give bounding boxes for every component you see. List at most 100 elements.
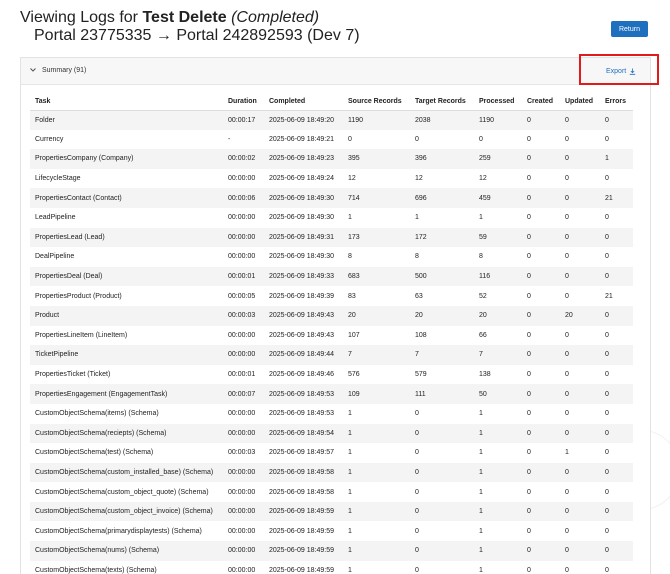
table-cell: 1 bbox=[343, 462, 410, 483]
table-cell: CustomObjectSchema(custom_object_quote) … bbox=[30, 482, 223, 502]
table-cell: 0 bbox=[560, 227, 600, 248]
table-cell: 1 bbox=[474, 423, 522, 444]
table-cell: CustomObjectSchema(reciepts) (Schema) bbox=[30, 423, 223, 444]
column-header: Target Records bbox=[410, 93, 474, 111]
table-cell: CustomObjectSchema(texts) (Schema) bbox=[30, 560, 223, 574]
table-cell: 0 bbox=[522, 501, 560, 522]
table-row: CustomObjectSchema(items) (Schema) 00:00:… bbox=[30, 403, 633, 424]
table-cell: 0 bbox=[600, 129, 633, 150]
table-cell: 0 bbox=[522, 188, 560, 208]
table-cell: 0 bbox=[560, 266, 600, 287]
table-cell: PropertiesDeal (Deal) bbox=[30, 266, 223, 287]
table-row: PropertiesProduct (Product) 00:00:05 2025-… bbox=[30, 286, 633, 306]
table-cell: 0 bbox=[560, 462, 600, 483]
table-row: CustomObjectSchema(primarydisplaytests) … bbox=[30, 521, 633, 542]
table-cell: 0 bbox=[560, 541, 600, 561]
table-row: Folder 00:00:17 2025-06-09 18:49:20 1190 203… bbox=[30, 110, 633, 130]
table-cell: 576 bbox=[343, 364, 410, 385]
table-cell: 00:00:00 bbox=[223, 325, 264, 346]
table-cell: 0 bbox=[600, 384, 633, 404]
table-cell: 83 bbox=[343, 286, 410, 306]
table-cell: 00:00:00 bbox=[223, 541, 264, 561]
table-cell: 0 bbox=[560, 110, 600, 130]
table-cell: LeadPipeline bbox=[30, 207, 223, 228]
table-cell: CustomObjectSchema(custom_object_invoice… bbox=[30, 501, 223, 522]
table-cell: 50 bbox=[474, 384, 522, 404]
table-cell: 2025-06-09 18:49:59 bbox=[264, 560, 343, 574]
table-cell: 00:00:00 bbox=[223, 247, 264, 267]
summary-label: Summary (91) bbox=[42, 67, 87, 74]
table-cell: 0 bbox=[600, 423, 633, 444]
table-cell: 2025-06-09 18:49:43 bbox=[264, 325, 343, 346]
chevron-down-icon[interactable] bbox=[29, 66, 37, 74]
table-cell: 138 bbox=[474, 364, 522, 385]
table-cell: 0 bbox=[522, 423, 560, 444]
table-cell: 0 bbox=[560, 207, 600, 228]
table-cell: 0 bbox=[560, 501, 600, 522]
table-row: PropertiesContact (Contact) 00:00:06 2025-… bbox=[30, 188, 633, 208]
summary-header[interactable]: Summary (91) Export bbox=[21, 58, 650, 85]
table-cell: 0 bbox=[343, 129, 410, 150]
table-cell: 2025-06-09 18:49:21 bbox=[264, 129, 343, 150]
table-cell: 116 bbox=[474, 266, 522, 287]
table-cell: 111 bbox=[410, 384, 474, 404]
table-cell: 0 bbox=[522, 247, 560, 267]
table-cell: CustomObjectSchema(items) (Schema) bbox=[30, 403, 223, 424]
table-cell: CustomObjectSchema(nums) (Schema) bbox=[30, 541, 223, 561]
table-cell: 7 bbox=[343, 345, 410, 365]
log-name: Test Delete bbox=[142, 9, 227, 26]
table-cell: 2025-06-09 18:49:57 bbox=[264, 443, 343, 463]
table-cell: 0 bbox=[522, 384, 560, 404]
table-cell: 0 bbox=[522, 345, 560, 365]
table-cell: 109 bbox=[343, 384, 410, 404]
table-row: CustomObjectSchema(nums) (Schema) 00:00:0… bbox=[30, 541, 633, 561]
table-cell: 0 bbox=[600, 247, 633, 267]
table-cell: 2038 bbox=[410, 110, 474, 130]
table-cell: 1 bbox=[474, 541, 522, 561]
table-cell: 0 bbox=[560, 423, 600, 444]
table-cell: 00:00:00 bbox=[223, 227, 264, 248]
table-cell: 63 bbox=[410, 286, 474, 306]
table-cell: 396 bbox=[410, 149, 474, 169]
column-header: Task bbox=[30, 93, 223, 111]
table-cell: 1 bbox=[560, 443, 600, 463]
table-cell: 0 bbox=[600, 560, 633, 574]
return-button[interactable]: Return bbox=[611, 21, 648, 37]
table-cell: 1 bbox=[474, 501, 522, 522]
table-cell: 1 bbox=[343, 423, 410, 444]
table-cell: PropertiesProduct (Product) bbox=[30, 286, 223, 306]
table-cell: 2025-06-09 18:49:30 bbox=[264, 207, 343, 228]
table-cell: PropertiesContact (Contact) bbox=[30, 188, 223, 208]
table-cell: 0 bbox=[522, 110, 560, 130]
table-cell: 0 bbox=[522, 207, 560, 228]
table-cell: 0 bbox=[600, 207, 633, 228]
table-row: CustomObjectSchema(test) (Schema) 00:00:0… bbox=[30, 443, 633, 463]
table-cell: 2025-06-09 18:49:58 bbox=[264, 462, 343, 483]
table-cell: 0 bbox=[522, 443, 560, 463]
column-header: Processed bbox=[474, 93, 522, 111]
table-cell: 1 bbox=[474, 443, 522, 463]
table-cell: 12 bbox=[474, 168, 522, 189]
table-cell: PropertiesCompany (Company) bbox=[30, 149, 223, 169]
table-cell: 2025-06-09 18:49:24 bbox=[264, 168, 343, 189]
scrollbar-track[interactable] bbox=[633, 93, 640, 574]
table-cell: 0 bbox=[522, 286, 560, 306]
table-cell: 20 bbox=[410, 305, 474, 326]
table-cell: 0 bbox=[410, 403, 474, 424]
table-cell: 1 bbox=[343, 403, 410, 424]
table-cell: 8 bbox=[474, 247, 522, 267]
table-cell: 0 bbox=[560, 168, 600, 189]
table-row: PropertiesEngagement (EngagementTask) 00:… bbox=[30, 384, 633, 404]
table-cell: 696 bbox=[410, 188, 474, 208]
table-cell: 1 bbox=[343, 482, 410, 502]
table-cell: 0 bbox=[410, 482, 474, 502]
table-cell: 2025-06-09 18:49:54 bbox=[264, 423, 343, 444]
table-cell: - bbox=[223, 129, 264, 150]
table-cell: 2025-06-09 18:49:44 bbox=[264, 345, 343, 365]
column-header: Created bbox=[522, 93, 560, 111]
table-cell: 0 bbox=[522, 129, 560, 150]
table-cell: 0 bbox=[600, 482, 633, 502]
column-header: Duration bbox=[223, 93, 264, 111]
table-cell: PropertiesEngagement (EngagementTask) bbox=[30, 384, 223, 404]
table-cell: Product bbox=[30, 305, 223, 326]
